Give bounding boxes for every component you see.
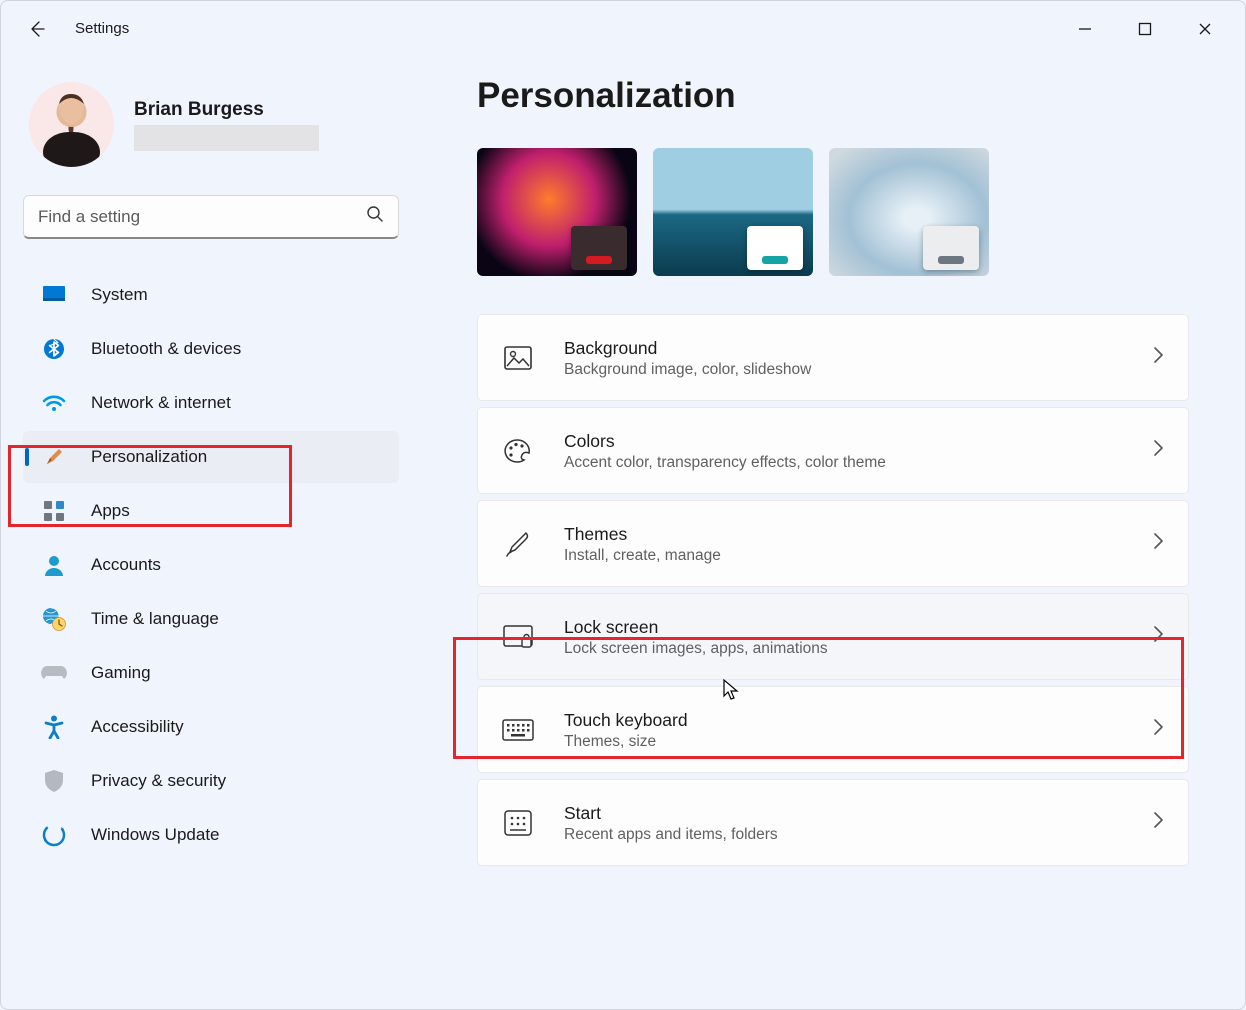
gamepad-icon xyxy=(41,660,67,686)
wifi-icon xyxy=(41,390,67,416)
chevron-right-icon xyxy=(1152,532,1164,555)
card-background[interactable]: Background Background image, color, slid… xyxy=(477,314,1189,401)
avatar xyxy=(29,82,114,167)
user-email-redacted xyxy=(134,125,319,151)
sidebar-item-label: Accounts xyxy=(91,555,161,575)
bluetooth-icon xyxy=(41,336,67,362)
card-title: Touch keyboard xyxy=(564,708,1140,733)
card-desc: Install, create, manage xyxy=(564,547,1140,565)
back-arrow-icon xyxy=(27,19,47,39)
chevron-right-icon xyxy=(1152,625,1164,648)
card-title: Background xyxy=(564,336,1140,361)
app-title: Settings xyxy=(75,20,129,37)
card-title: Colors xyxy=(564,429,1140,454)
close-icon xyxy=(1198,22,1212,36)
sidebar-item-label: Network & internet xyxy=(91,393,231,413)
minimize-icon xyxy=(1078,22,1092,36)
search-input[interactable] xyxy=(38,207,366,227)
sidebar-item-gaming[interactable]: Gaming xyxy=(23,647,399,699)
sidebar-item-personalization[interactable]: Personalization xyxy=(23,431,399,483)
sidebar-item-label: Windows Update xyxy=(91,825,220,845)
chevron-right-icon xyxy=(1152,811,1164,834)
clock-globe-icon xyxy=(41,606,67,632)
profile-section[interactable]: Brian Burgess xyxy=(23,76,399,191)
page-title: Personalization xyxy=(477,76,1189,116)
card-start[interactable]: Start Recent apps and items, folders xyxy=(477,779,1189,866)
sidebar-item-apps[interactable]: Apps xyxy=(23,485,399,537)
sidebar-item-network[interactable]: Network & internet xyxy=(23,377,399,429)
accessibility-icon xyxy=(41,714,67,740)
card-desc: Lock screen images, apps, animations xyxy=(564,640,1140,658)
maximize-button[interactable] xyxy=(1115,9,1175,49)
lock-screen-icon xyxy=(502,621,534,653)
monitor-icon xyxy=(41,282,67,308)
theme-previews xyxy=(477,148,1189,276)
palette-icon xyxy=(502,435,534,467)
apps-icon xyxy=(41,498,67,524)
theme-preview-2[interactable] xyxy=(653,148,813,276)
window-controls xyxy=(1055,9,1235,49)
sidebar: Brian Burgess System Bluetooth & devices… xyxy=(1,56,421,1009)
sidebar-item-accessibility[interactable]: Accessibility xyxy=(23,701,399,753)
search-box[interactable] xyxy=(23,195,399,239)
card-themes[interactable]: Themes Install, create, manage xyxy=(477,500,1189,587)
search-icon xyxy=(366,205,384,228)
card-title: Themes xyxy=(564,522,1140,547)
person-icon xyxy=(41,552,67,578)
theme-preview-3[interactable] xyxy=(829,148,989,276)
main-content: Personalization Background Background im… xyxy=(421,56,1245,1009)
user-name: Brian Burgess xyxy=(134,99,319,121)
sidebar-item-label: Gaming xyxy=(91,663,151,683)
card-colors[interactable]: Colors Accent color, transparency effect… xyxy=(477,407,1189,494)
theme-preview-1[interactable] xyxy=(477,148,637,276)
card-desc: Background image, color, slideshow xyxy=(564,361,1140,379)
card-title: Lock screen xyxy=(564,615,1140,640)
maximize-icon xyxy=(1138,22,1152,36)
card-touch-keyboard[interactable]: Touch keyboard Themes, size xyxy=(477,686,1189,773)
card-lock-screen[interactable]: Lock screen Lock screen images, apps, an… xyxy=(477,593,1189,680)
minimize-button[interactable] xyxy=(1055,9,1115,49)
sidebar-item-privacy[interactable]: Privacy & security xyxy=(23,755,399,807)
start-menu-icon xyxy=(502,807,534,839)
card-desc: Accent color, transparency effects, colo… xyxy=(564,454,1140,472)
sidebar-item-time-language[interactable]: Time & language xyxy=(23,593,399,645)
brush-icon xyxy=(502,528,534,560)
chevron-right-icon xyxy=(1152,439,1164,462)
card-title: Start xyxy=(564,801,1140,826)
paintbrush-icon xyxy=(41,444,67,470)
sidebar-item-label: Accessibility xyxy=(91,717,184,737)
sidebar-item-bluetooth[interactable]: Bluetooth & devices xyxy=(23,323,399,375)
sidebar-item-system[interactable]: System xyxy=(23,269,399,321)
update-icon xyxy=(41,822,67,848)
shield-icon xyxy=(41,768,67,794)
sidebar-item-accounts[interactable]: Accounts xyxy=(23,539,399,591)
sidebar-item-label: Privacy & security xyxy=(91,771,226,791)
card-desc: Themes, size xyxy=(564,733,1140,751)
chevron-right-icon xyxy=(1152,346,1164,369)
nav: System Bluetooth & devices Network & int… xyxy=(23,259,399,861)
titlebar: Settings xyxy=(1,1,1245,56)
sidebar-item-label: Personalization xyxy=(91,447,207,467)
picture-icon xyxy=(502,342,534,374)
sidebar-item-windows-update[interactable]: Windows Update xyxy=(23,809,399,861)
chevron-right-icon xyxy=(1152,718,1164,741)
card-desc: Recent apps and items, folders xyxy=(564,826,1140,844)
sidebar-item-label: Time & language xyxy=(91,609,219,629)
sidebar-item-label: Bluetooth & devices xyxy=(91,339,241,359)
close-button[interactable] xyxy=(1175,9,1235,49)
keyboard-icon xyxy=(502,714,534,746)
settings-cards: Background Background image, color, slid… xyxy=(477,314,1189,866)
sidebar-item-label: Apps xyxy=(91,501,130,521)
back-button[interactable] xyxy=(17,9,57,49)
sidebar-item-label: System xyxy=(91,285,148,305)
